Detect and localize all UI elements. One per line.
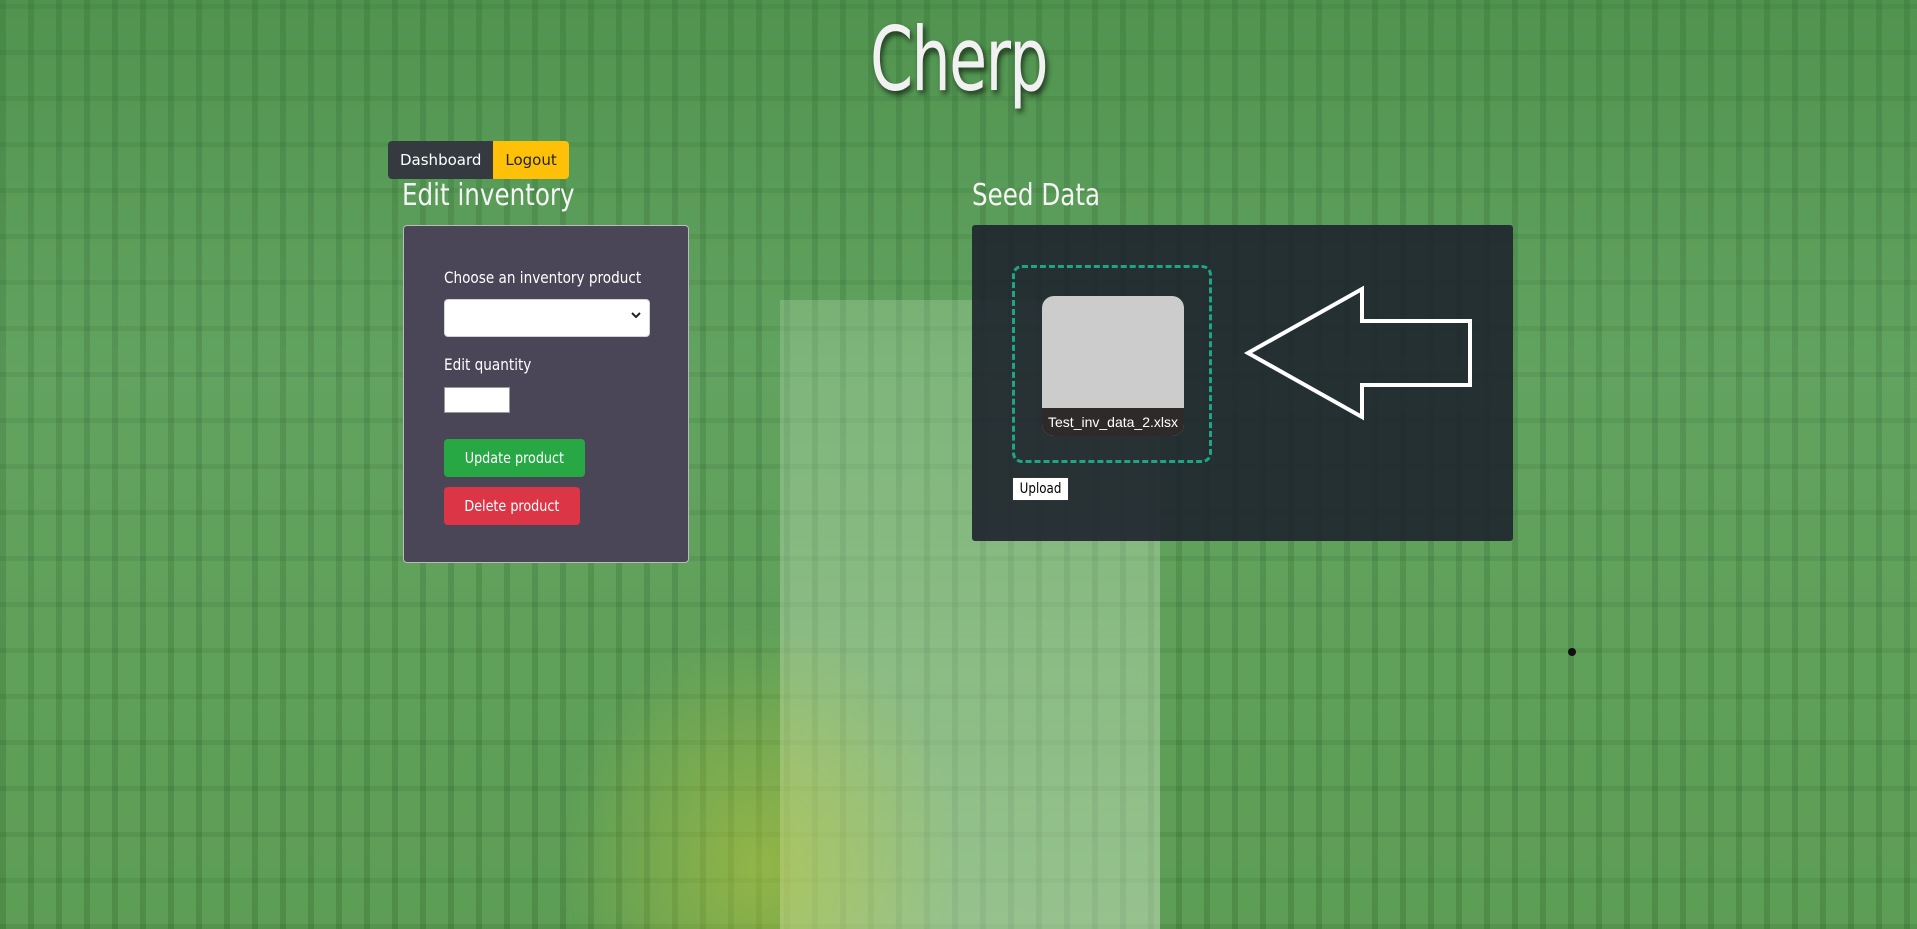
delete-product-label: Delete product — [464, 497, 560, 515]
delete-product-button[interactable]: Delete product — [444, 487, 580, 525]
file-preview: Test_inv_data_2.xlsx — [1042, 296, 1184, 436]
upload-button[interactable]: Upload — [1012, 477, 1070, 501]
file-dropzone[interactable]: Test_inv_data_2.xlsx — [1012, 265, 1212, 463]
top-nav: Dashboard Logout — [388, 141, 569, 179]
background-forklift — [560, 620, 960, 929]
mouse-cursor — [1568, 648, 1576, 656]
seed-data-heading: Seed Data — [972, 178, 1101, 213]
upload-label: Upload — [1019, 481, 1062, 497]
edit-inventory-heading: Edit inventory — [402, 178, 575, 213]
update-product-button[interactable]: Update product — [444, 439, 585, 477]
app-title: Cherp — [869, 8, 1049, 111]
arrow-left-icon — [1243, 285, 1472, 421]
choose-product-label: Choose an inventory product — [444, 268, 642, 287]
edit-inventory-card: Choose an inventory product Edit quantit… — [403, 225, 689, 563]
quantity-input[interactable] — [444, 387, 510, 413]
file-name: Test_inv_data_2.xlsx — [1042, 408, 1184, 436]
logout-button[interactable]: Logout — [493, 141, 569, 179]
edit-quantity-label: Edit quantity — [444, 355, 532, 374]
product-select[interactable] — [444, 299, 650, 337]
dashboard-button[interactable]: Dashboard — [388, 141, 494, 179]
chevron-down-icon — [629, 308, 643, 325]
seed-data-card: Test_inv_data_2.xlsx Upload — [972, 225, 1513, 541]
update-product-label: Update product — [464, 449, 565, 467]
